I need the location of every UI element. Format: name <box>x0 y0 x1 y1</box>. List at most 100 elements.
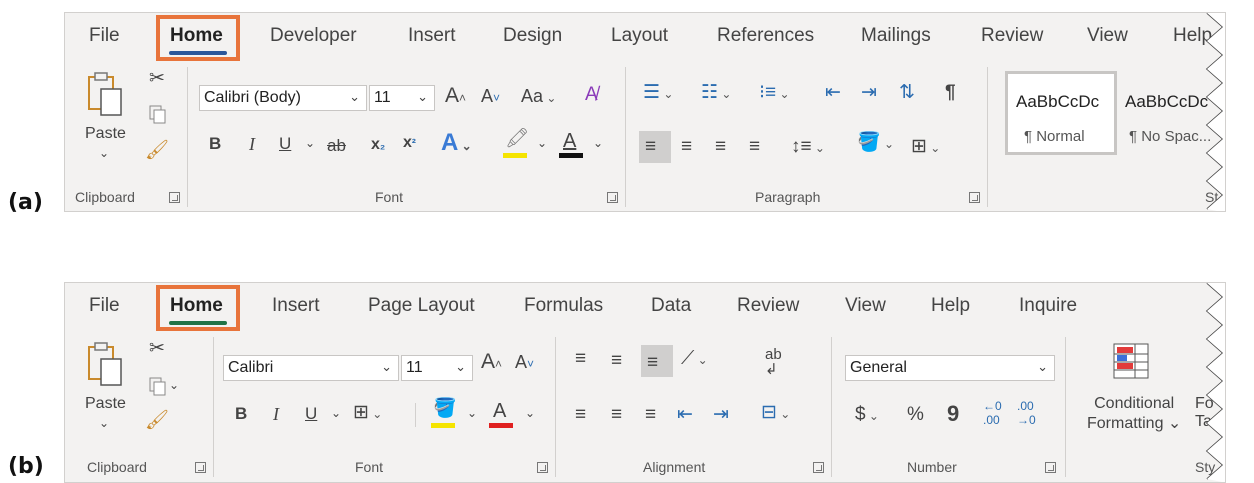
wrap-text-icon[interactable]: ab ↲ <box>765 347 782 377</box>
increase-indent-icon[interactable]: ⇥ <box>861 83 877 102</box>
chevron-down-icon[interactable]: ⌄ <box>593 137 603 149</box>
align-left-icon[interactable]: ≡ <box>575 405 586 424</box>
paragraph-launcher-icon[interactable] <box>969 192 980 203</box>
tab-insert[interactable]: Insert <box>408 25 456 47</box>
clipboard-launcher-icon[interactable] <box>195 462 206 473</box>
paste-button[interactable] <box>87 69 123 119</box>
tab-layout[interactable]: Layout <box>611 25 668 47</box>
cut-icon[interactable]: ✂ <box>149 69 165 88</box>
line-spacing-icon[interactable]: ↕≡ ⌄ <box>791 137 825 156</box>
chevron-down-icon[interactable]: ⌄ <box>467 407 477 419</box>
middle-align-icon[interactable]: ≡ <box>611 351 622 370</box>
decrease-decimal-button[interactable]: .00 →0 <box>1017 399 1036 427</box>
tab-page-layout[interactable]: Page Layout <box>368 295 475 317</box>
borders-icon[interactable]: ⊞ ⌄ <box>353 403 382 422</box>
percent-button[interactable]: % <box>907 405 924 424</box>
grow-font-button[interactable]: A˄ <box>445 85 466 106</box>
orientation-icon[interactable]: ⟋ ⌄ <box>681 349 708 368</box>
sort-icon[interactable]: ⇅ <box>899 83 915 102</box>
align-center-icon[interactable]: ≡ <box>681 137 692 156</box>
font-launcher-icon[interactable] <box>607 192 618 203</box>
align-left-button[interactable]: ≡ <box>639 131 671 163</box>
show-formatting-marks-icon[interactable]: ¶ <box>945 83 956 102</box>
increase-indent-icon[interactable]: ⇥ <box>713 405 729 424</box>
tab-view[interactable]: View <box>845 295 886 317</box>
tab-insert[interactable]: Insert <box>272 295 320 317</box>
number-format-combo[interactable]: General ⌄ <box>845 355 1055 381</box>
underline-button[interactable]: U <box>279 135 291 152</box>
cut-icon[interactable]: ✂ <box>149 339 165 358</box>
subscript-button[interactable]: x₂ <box>371 137 385 153</box>
change-case-button[interactable]: Aa ⌄ <box>521 87 556 105</box>
numbering-icon[interactable]: ☷ ⌄ <box>701 83 731 102</box>
font-color-button[interactable]: A <box>559 129 585 159</box>
font-color-button[interactable]: A <box>489 399 515 429</box>
font-name-combo[interactable]: Calibri ⌄ <box>223 355 399 381</box>
grow-font-button[interactable]: A˄ <box>481 351 502 372</box>
chevron-down-icon[interactable]: ⌄ <box>537 137 547 149</box>
tab-references[interactable]: References <box>717 25 814 47</box>
italic-button[interactable]: I <box>249 135 255 153</box>
alignment-launcher-icon[interactable] <box>813 462 824 473</box>
strikethrough-button[interactable]: ab <box>327 137 346 154</box>
tab-file[interactable]: File <box>89 295 120 317</box>
italic-button[interactable]: I <box>273 405 279 423</box>
font-size-combo[interactable]: 11 ⌄ <box>401 355 473 381</box>
bold-button[interactable]: B <box>209 135 221 152</box>
fill-color-button[interactable]: 🪣 <box>431 399 459 429</box>
highlight-color-button[interactable]: 🖍 <box>503 129 531 159</box>
superscript-button[interactable]: x² <box>403 135 416 151</box>
tab-mailings[interactable]: Mailings <box>861 25 931 47</box>
underline-button[interactable]: U <box>305 405 317 422</box>
justify-icon[interactable]: ≡ <box>749 137 760 156</box>
text-effects-button[interactable]: A ⌄ <box>441 131 472 155</box>
decrease-indent-icon[interactable]: ⇤ <box>677 405 693 424</box>
merge-center-icon[interactable]: ⊟ ⌄ <box>761 403 790 422</box>
align-right-icon[interactable]: ≡ <box>645 405 656 424</box>
font-name-combo[interactable]: Calibri (Body) ⌄ <box>199 85 367 111</box>
clipboard-launcher-icon[interactable] <box>169 192 180 203</box>
chevron-down-icon[interactable]: ⌄ <box>305 137 315 149</box>
format-painter-icon[interactable]: 🖌 <box>145 411 169 430</box>
bold-button[interactable]: B <box>235 405 247 422</box>
bullets-icon[interactable]: ☰ ⌄ <box>643 83 673 102</box>
tab-view[interactable]: View <box>1087 25 1128 47</box>
conditional-formatting-button[interactable]: Conditional Formatting ⌄ <box>1087 395 1181 433</box>
copy-icon[interactable] <box>149 105 166 124</box>
paste-dropdown-icon[interactable]: ⌄ <box>99 147 109 159</box>
tab-help[interactable]: Help <box>931 295 970 317</box>
tab-review[interactable]: Review <box>737 295 799 317</box>
chevron-down-icon[interactable]: ⌄ <box>525 407 535 419</box>
borders-icon[interactable]: ⊞ ⌄ <box>911 137 940 156</box>
tab-inquire[interactable]: Inquire <box>1019 295 1077 317</box>
tab-design[interactable]: Design <box>503 25 562 47</box>
top-align-icon[interactable]: ≡ <box>575 349 586 368</box>
font-launcher-icon[interactable] <box>537 462 548 473</box>
increase-decimal-button[interactable]: ←0 .00 <box>983 399 1002 427</box>
paste-button[interactable] <box>87 339 123 389</box>
format-painter-icon[interactable]: 🖌 <box>145 141 169 160</box>
align-right-icon[interactable]: ≡ <box>715 137 726 156</box>
paste-dropdown-icon[interactable]: ⌄ <box>99 417 109 429</box>
shrink-font-button[interactable]: A˅ <box>515 353 534 371</box>
style-normal[interactable]: AaBbCcDc ¶ Normal <box>1005 71 1117 155</box>
font-size-combo[interactable]: 11 ⌄ <box>369 85 435 111</box>
shading-icon[interactable]: 🪣 ⌄ <box>857 133 894 152</box>
shrink-font-button[interactable]: A˅ <box>481 87 500 105</box>
align-center-icon[interactable]: ≡ <box>611 405 622 424</box>
multilevel-list-icon[interactable]: ⁝≡ ⌄ <box>759 83 790 102</box>
chevron-down-icon[interactable]: ⌄ <box>331 407 341 419</box>
decrease-indent-icon[interactable]: ⇤ <box>825 83 841 102</box>
conditional-formatting-icon[interactable] <box>1113 343 1149 379</box>
bottom-align-button[interactable]: ≡ <box>641 345 673 377</box>
number-launcher-icon[interactable] <box>1045 462 1056 473</box>
tab-file[interactable]: File <box>89 25 120 47</box>
clear-formatting-icon[interactable]: A̸ <box>585 85 598 104</box>
tab-review[interactable]: Review <box>981 25 1043 47</box>
tab-formulas[interactable]: Formulas <box>524 295 603 317</box>
paste-label[interactable]: Paste <box>85 125 126 143</box>
currency-button[interactable]: $ ⌄ <box>855 405 879 424</box>
tab-developer[interactable]: Developer <box>270 25 357 47</box>
tab-data[interactable]: Data <box>651 295 691 317</box>
comma-style-button[interactable]: 9 <box>947 403 959 425</box>
